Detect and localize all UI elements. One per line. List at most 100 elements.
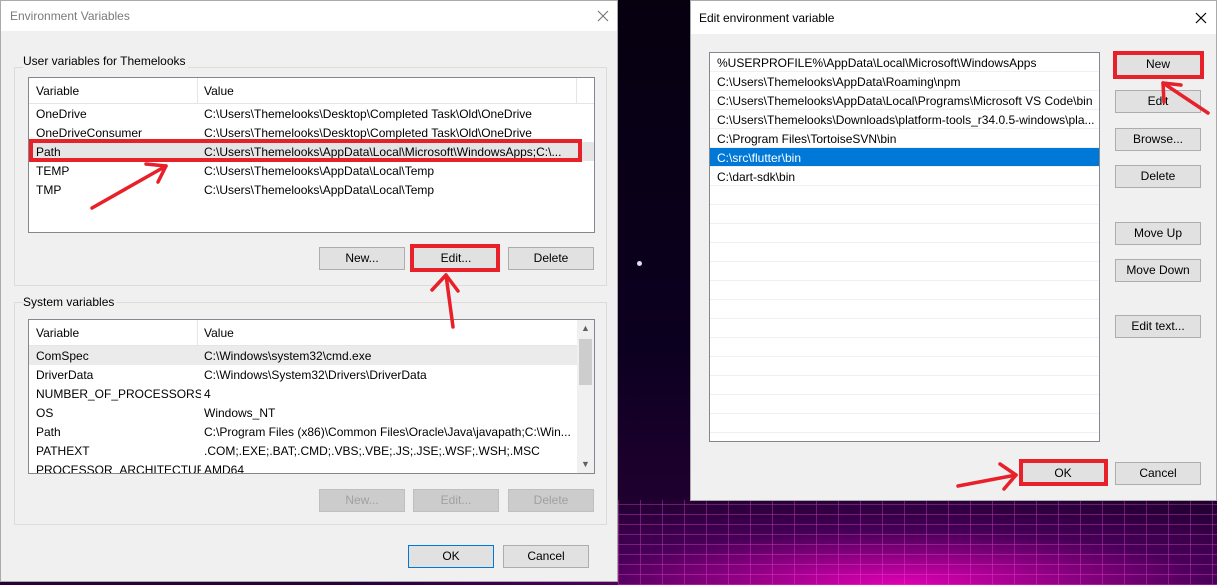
path-text: C:\src\flutter\bin <box>717 151 802 165</box>
list-item[interactable]: C:\dart-sdk\bin <box>710 167 1099 186</box>
empty-row[interactable] <box>710 281 1099 300</box>
edit-text-button[interactable]: Edit text... <box>1115 315 1201 338</box>
value-cell: C:\Users\Themelooks\Desktop\Completed Ta… <box>204 126 532 140</box>
list-item-selected[interactable]: C:\src\flutter\bin <box>710 148 1099 167</box>
value-cell: 4 <box>204 387 211 401</box>
table-row[interactable]: OneDrive C:\Users\Themelooks\Desktop\Com… <box>29 104 594 123</box>
browse-button[interactable]: Browse... <box>1115 128 1201 151</box>
titlebar: Edit environment variable <box>691 1 1216 34</box>
column-value[interactable]: Value <box>204 326 234 340</box>
column-separator <box>576 78 577 103</box>
empty-row[interactable] <box>710 338 1099 357</box>
table-row[interactable]: OS Windows_NT <box>29 403 577 422</box>
system-variables-list[interactable]: Variable Value ComSpec C:\Windows\system… <box>28 319 595 474</box>
window-title: Environment Variables <box>10 9 130 23</box>
list-header: Variable Value <box>29 78 594 104</box>
table-row[interactable]: Path C:\Program Files (x86)\Common Files… <box>29 422 577 441</box>
table-row[interactable]: TEMP C:\Users\Themelooks\AppData\Local\T… <box>29 161 594 180</box>
variable-cell: TEMP <box>36 164 70 178</box>
value-cell: .COM;.EXE;.BAT;.CMD;.VBS;.VBE;.JS;.JSE;.… <box>204 444 540 458</box>
table-row[interactable]: PROCESSOR_ARCHITECTURE AMD64 <box>29 460 577 474</box>
move-up-button[interactable]: Move Up <box>1115 222 1201 245</box>
system-new-button[interactable]: New... <box>319 489 405 512</box>
vertical-scrollbar[interactable]: ▲ ▼ <box>577 320 594 473</box>
titlebar: Environment Variables <box>1 1 617 31</box>
system-variables-label: System variables <box>23 295 117 309</box>
variable-cell: OneDrive <box>36 107 87 121</box>
empty-row[interactable] <box>710 376 1099 395</box>
highlight-ok-button <box>1019 459 1108 486</box>
variable-cell: OS <box>36 406 54 420</box>
variable-cell: NUMBER_OF_PROCESSORS <box>36 387 201 401</box>
path-text: %USERPROFILE%\AppData\Local\Microsoft\Wi… <box>717 56 1037 70</box>
variable-cell: Path <box>36 425 61 439</box>
value-cell: Windows_NT <box>204 406 276 420</box>
empty-row[interactable] <box>710 262 1099 281</box>
list-item[interactable]: C:\Program Files\TortoiseSVN\bin <box>710 129 1099 148</box>
empty-row[interactable] <box>710 243 1099 262</box>
value-cell: C:\Users\Themelooks\AppData\Local\Temp <box>204 164 435 178</box>
environment-variables-window: Environment Variables User variables for… <box>0 0 618 582</box>
ok-button[interactable]: OK <box>408 545 494 568</box>
variable-cell: ComSpec <box>36 349 89 363</box>
value-cell: AMD64 <box>204 463 245 474</box>
variable-cell: OneDriveConsumer <box>36 126 143 140</box>
path-entries-list[interactable]: %USERPROFILE%\AppData\Local\Microsoft\Wi… <box>709 52 1100 442</box>
table-row[interactable]: TMP C:\Users\Themelooks\AppData\Local\Te… <box>29 180 594 199</box>
system-delete-button[interactable]: Delete <box>508 489 594 512</box>
empty-row[interactable] <box>710 319 1099 338</box>
empty-row[interactable] <box>710 224 1099 243</box>
column-separator <box>197 320 198 345</box>
variable-cell: DriverData <box>36 368 94 382</box>
user-new-button[interactable]: New... <box>319 247 405 270</box>
table-row[interactable]: PATHEXT .COM;.EXE;.BAT;.CMD;.VBS;.VBE;.J… <box>29 441 577 460</box>
variable-cell: PROCESSOR_ARCHITECTURE <box>36 463 201 474</box>
edit-button[interactable]: Edit <box>1115 90 1201 113</box>
empty-row[interactable] <box>710 300 1099 319</box>
list-item[interactable]: %USERPROFILE%\AppData\Local\Microsoft\Wi… <box>710 53 1099 72</box>
user-delete-button[interactable]: Delete <box>508 247 594 270</box>
system-edit-button[interactable]: Edit... <box>413 489 499 512</box>
scroll-down-icon[interactable]: ▼ <box>577 456 594 473</box>
path-text: C:\Program Files\TortoiseSVN\bin <box>717 132 897 146</box>
list-item[interactable]: C:\Users\Themelooks\AppData\Roaming\npm <box>710 72 1099 91</box>
value-cell: C:\Users\Themelooks\AppData\Local\Temp <box>204 183 435 197</box>
empty-row[interactable] <box>710 186 1099 205</box>
value-cell: C:\Users\Themelooks\Desktop\Completed Ta… <box>204 107 532 121</box>
value-cell: C:\Windows\System32\Drivers\DriverData <box>204 368 427 382</box>
scroll-thumb[interactable] <box>579 339 592 385</box>
highlight-path-row <box>29 139 582 162</box>
empty-row[interactable] <box>710 205 1099 224</box>
list-header: Variable Value <box>29 320 594 346</box>
close-icon[interactable] <box>1191 8 1211 28</box>
cancel-button[interactable]: Cancel <box>1115 462 1201 485</box>
highlight-edit-button <box>410 244 500 272</box>
delete-button[interactable]: Delete <box>1115 165 1201 188</box>
empty-row[interactable] <box>710 395 1099 414</box>
empty-row[interactable] <box>710 414 1099 433</box>
move-down-button[interactable]: Move Down <box>1115 259 1201 282</box>
scroll-up-icon[interactable]: ▲ <box>577 320 594 337</box>
column-separator <box>197 78 198 103</box>
star-dot <box>637 261 642 266</box>
variable-cell: PATHEXT <box>36 444 90 458</box>
column-value[interactable]: Value <box>204 84 234 98</box>
value-cell: C:\Program Files (x86)\Common Files\Orac… <box>204 425 571 439</box>
column-variable[interactable]: Variable <box>36 326 79 340</box>
highlight-new-button <box>1113 51 1204 79</box>
path-text: C:\Users\Themelooks\Downloads\platform-t… <box>717 113 1095 127</box>
table-row[interactable]: DriverData C:\Windows\System32\Drivers\D… <box>29 365 577 384</box>
list-item[interactable]: C:\Users\Themelooks\AppData\Local\Progra… <box>710 91 1099 110</box>
cancel-button[interactable]: Cancel <box>503 545 589 568</box>
column-variable[interactable]: Variable <box>36 84 79 98</box>
list-item[interactable]: C:\Users\Themelooks\Downloads\platform-t… <box>710 110 1099 129</box>
user-variables-label: User variables for Themelooks <box>23 54 188 68</box>
variable-cell: TMP <box>36 183 62 197</box>
empty-row[interactable] <box>710 357 1099 376</box>
table-row[interactable]: NUMBER_OF_PROCESSORS 4 <box>29 384 577 403</box>
close-icon[interactable] <box>593 6 613 26</box>
neon-grid <box>618 500 1217 585</box>
value-cell: C:\Windows\system32\cmd.exe <box>204 349 372 363</box>
table-row[interactable]: ComSpec C:\Windows\system32\cmd.exe <box>29 346 577 365</box>
window-title: Edit environment variable <box>699 11 835 25</box>
